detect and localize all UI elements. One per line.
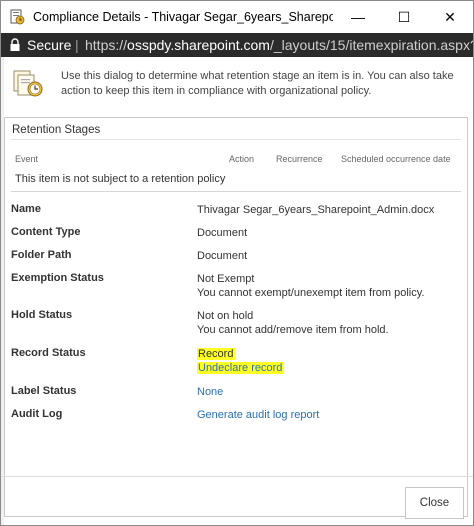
compliance-details-window: Compliance Details - Thivagar Segar_6yea… — [0, 0, 474, 526]
title-bar[interactable]: Compliance Details - Thivagar Segar_6yea… — [1, 1, 473, 33]
column-event: Event — [15, 154, 39, 164]
undeclare-record-link[interactable]: Undeclare record — [197, 362, 285, 374]
column-scheduled-date: Scheduled occurrence date — [341, 154, 451, 164]
column-recurrence: Recurrence — [276, 154, 323, 164]
lock-icon — [10, 38, 20, 51]
exemption-status-text: Not Exempt — [197, 273, 255, 285]
compliance-clock-icon — [13, 70, 43, 97]
address-bar[interactable]: Secure | https://osspdy.sharepoint.com/_… — [1, 33, 473, 57]
record-status-text: Record — [197, 348, 236, 360]
section-divider — [11, 139, 461, 140]
secure-label: Secure — [27, 37, 72, 53]
record-status-value: Record Undeclare record — [197, 347, 285, 375]
intro-text: Use this dialog to determine what retent… — [61, 70, 454, 97]
exemption-note: You cannot exempt/unexempt item from pol… — [197, 287, 425, 299]
label-status-label: Label Status — [11, 385, 77, 397]
url-path: /_layouts/15/itemexpiration.aspx?l... — [269, 37, 473, 53]
hold-status-label: Hold Status — [11, 309, 73, 321]
footer-divider — [1, 476, 473, 477]
url-host: osspdy.sharepoint.com — [127, 37, 270, 53]
record-status-label: Record Status — [11, 347, 86, 359]
left-edge-strip — [1, 57, 4, 525]
audit-log-label: Audit Log — [11, 408, 63, 420]
exemption-status-value: Not Exempt You cannot exempt/unexempt it… — [197, 272, 424, 300]
folder-path-value: Document — [197, 250, 248, 262]
url-text[interactable]: https://osspdy.sharepoint.com/_layouts/1… — [85, 37, 473, 53]
label-status-link[interactable]: None — [197, 385, 223, 399]
dialog-content: Use this dialog to determine what retent… — [1, 57, 473, 525]
name-label: Name — [11, 203, 41, 215]
name-value: Thivagar Segar_6years_Sharepoint_Admin.d… — [197, 204, 435, 216]
close-button[interactable]: Close — [405, 487, 464, 519]
hold-status-value: Not on hold You cannot add/remove item f… — [197, 309, 389, 337]
column-action: Action — [229, 154, 255, 164]
minimize-button[interactable]: — — [335, 1, 381, 33]
maximize-button[interactable]: ☐ — [381, 1, 427, 33]
content-type-label: Content Type — [11, 226, 81, 238]
table-divider — [11, 191, 461, 192]
retention-panel: Retention Stages Event Action Recurrence… — [4, 117, 468, 517]
folder-path-label: Folder Path — [11, 249, 72, 261]
window-title: Compliance Details - Thivagar Segar_6yea… — [33, 10, 333, 24]
address-separator: | — [75, 37, 79, 53]
hold-status-text: Not on hold — [197, 310, 254, 322]
intro-section: Use this dialog to determine what retent… — [1, 57, 473, 111]
close-window-button[interactable]: ✕ — [427, 1, 473, 33]
url-scheme: https:// — [85, 37, 128, 53]
retention-policy-note: This item is not subject to a retention … — [15, 173, 226, 185]
hold-note: You cannot add/remove item from hold. — [197, 324, 389, 336]
content-type-value: Document — [197, 227, 248, 239]
retention-stages-title: Retention Stages — [12, 124, 101, 136]
generate-audit-log-link[interactable]: Generate audit log report — [197, 408, 319, 422]
document-app-icon — [10, 9, 25, 25]
exemption-status-label: Exemption Status — [11, 272, 104, 284]
